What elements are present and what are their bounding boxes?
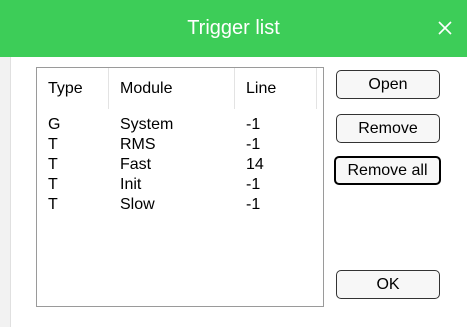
list-row[interactable]: T Slow -1 xyxy=(37,195,323,215)
row-module: Init xyxy=(120,176,142,193)
row-line: -1 xyxy=(246,196,261,213)
open-button[interactable]: Open xyxy=(336,70,440,99)
dialog-title: Trigger list xyxy=(187,17,280,39)
list-row[interactable]: T RMS -1 xyxy=(37,135,323,155)
row-line: -1 xyxy=(246,116,261,133)
row-type: T xyxy=(48,136,58,153)
row-line: 14 xyxy=(246,156,264,173)
row-module: RMS xyxy=(120,136,156,153)
row-type: T xyxy=(48,156,58,173)
trigger-list-dialog: Trigger list Type Module Line G System -… xyxy=(0,0,467,327)
title-bar: Trigger list xyxy=(0,0,467,57)
row-type: G xyxy=(48,116,61,133)
row-type: T xyxy=(48,176,58,193)
row-line: -1 xyxy=(246,136,261,153)
row-module: Fast xyxy=(120,156,152,173)
remove-button[interactable]: Remove xyxy=(336,114,440,143)
row-module: System xyxy=(120,116,174,133)
list-row[interactable]: T Init -1 xyxy=(37,175,323,195)
column-header-module[interactable]: Module xyxy=(109,68,235,109)
column-header-type[interactable]: Type xyxy=(37,68,109,109)
close-button[interactable] xyxy=(431,14,459,42)
row-line: -1 xyxy=(246,176,261,193)
close-icon xyxy=(438,21,452,35)
list-row[interactable]: T Fast 14 xyxy=(37,155,323,175)
row-module: Slow xyxy=(120,196,155,213)
ok-button[interactable]: OK xyxy=(336,270,440,299)
left-border xyxy=(0,57,11,327)
list-header: Type Module Line xyxy=(37,68,323,109)
remove-all-button[interactable]: Remove all xyxy=(334,156,441,185)
row-type: T xyxy=(48,196,58,213)
list-row[interactable]: G System -1 xyxy=(37,115,323,135)
column-header-line[interactable]: Line xyxy=(235,68,317,109)
trigger-list[interactable]: Type Module Line G System -1 T RMS -1 T … xyxy=(36,67,324,307)
